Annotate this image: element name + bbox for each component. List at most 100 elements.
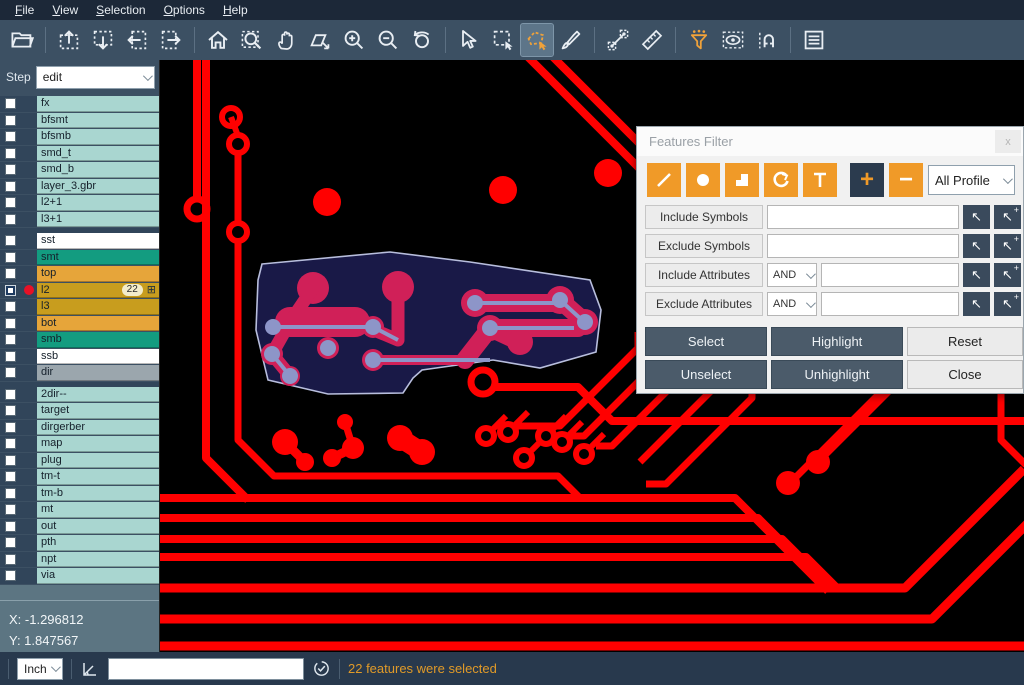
remove-filter-button[interactable]: − [889, 163, 923, 197]
menu-item-view[interactable]: View [43, 1, 87, 19]
active-layer-indicator-cell[interactable] [20, 486, 37, 502]
active-layer-indicator-cell[interactable] [20, 195, 37, 211]
layer-visibility-checkbox[interactable] [0, 212, 20, 228]
layer-visibility-checkbox[interactable] [0, 403, 20, 419]
layer-name[interactable]: dirgerber [37, 420, 159, 436]
line-feature-button[interactable] [647, 163, 681, 197]
open-file-button[interactable] [6, 24, 38, 56]
layer-name[interactable]: smb [37, 332, 159, 348]
active-layer-indicator-cell[interactable] [20, 453, 37, 469]
layer-name[interactable]: layer_3.gbr [37, 179, 159, 195]
pick-add-attribute-button[interactable]: ↖+ [994, 263, 1021, 287]
measure-angle-icon[interactable] [80, 659, 100, 679]
include-attributes-input[interactable] [821, 263, 959, 287]
step-select[interactable]: edit [36, 66, 155, 89]
layer-name[interactable]: dir [37, 365, 159, 381]
exclude-attributes-button[interactable]: Exclude Attributes [645, 292, 763, 316]
layer-name[interactable]: sst [37, 233, 159, 249]
menu-item-options[interactable]: Options [155, 1, 214, 19]
text-feature-button[interactable] [803, 163, 837, 197]
pan-up-button[interactable] [53, 24, 85, 56]
surface-feature-button[interactable] [725, 163, 759, 197]
active-layer-indicator-cell[interactable] [20, 436, 37, 452]
layer-name[interactable]: bfsmb [37, 129, 159, 145]
layer-visibility-checkbox[interactable] [0, 299, 20, 315]
zoom-previous-button[interactable] [406, 24, 438, 56]
dialog-close-button[interactable]: x [995, 130, 1021, 153]
layer-name[interactable]: ssb [37, 349, 159, 365]
layer-visibility-checkbox[interactable] [0, 502, 20, 518]
pick-symbol-button[interactable]: ↖ [963, 234, 990, 258]
active-layer-indicator-cell[interactable] [20, 129, 37, 145]
layer-name[interactable]: plug [37, 453, 159, 469]
snap-mode-button[interactable] [751, 24, 783, 56]
highlight-button[interactable]: Highlight [771, 327, 903, 356]
layer-visibility-checkbox[interactable] [0, 365, 20, 381]
active-layer-indicator-cell[interactable] [20, 568, 37, 584]
home-view-button[interactable] [202, 24, 234, 56]
pan-left-button[interactable] [121, 24, 153, 56]
profile-select[interactable]: All Profile [928, 165, 1015, 195]
active-layer-indicator-cell[interactable] [20, 299, 37, 315]
layer-name[interactable]: mt [37, 502, 159, 518]
active-layer-indicator-cell[interactable] [20, 519, 37, 535]
measure-distance-button[interactable] [602, 24, 634, 56]
unit-select[interactable]: Inch [17, 658, 63, 680]
layer-visibility-checkbox[interactable] [0, 96, 20, 112]
active-layer-indicator-cell[interactable] [20, 365, 37, 381]
zoom-window-button[interactable] [236, 24, 268, 56]
active-layer-indicator-cell[interactable] [20, 212, 37, 228]
menu-item-file[interactable]: File [6, 1, 43, 19]
pan-right-button[interactable] [155, 24, 187, 56]
layer-visibility-checkbox[interactable] [0, 568, 20, 584]
layer-name[interactable]: smd_b [37, 162, 159, 178]
layer-name[interactable]: bfsmt [37, 113, 159, 129]
layer-visibility-checkbox[interactable] [0, 469, 20, 485]
pick-add-symbol-button[interactable]: ↖+ [994, 234, 1021, 258]
active-layer-indicator-cell[interactable] [20, 387, 37, 403]
active-layer-indicator-cell[interactable] [20, 96, 37, 112]
layer-visibility-checkbox[interactable] [0, 535, 20, 551]
select-pointer-button[interactable] [453, 24, 485, 56]
layer-visibility-checkbox[interactable] [0, 453, 20, 469]
layer-name[interactable]: out [37, 519, 159, 535]
layer-name[interactable]: bot [37, 316, 159, 332]
zoom-in-button[interactable] [338, 24, 370, 56]
pick-attribute-button[interactable]: ↖ [963, 263, 990, 287]
rect-select-button[interactable] [487, 24, 519, 56]
pan-down-button[interactable] [87, 24, 119, 56]
exclude-attributes-input[interactable] [821, 292, 959, 316]
measure-input[interactable] [108, 658, 304, 680]
active-layer-indicator-cell[interactable] [20, 316, 37, 332]
pick-attribute-button[interactable]: ↖ [963, 292, 990, 316]
pick-symbol-button[interactable]: ↖ [963, 205, 990, 229]
layer-visibility-checkbox[interactable] [0, 179, 20, 195]
layer-visibility-checkbox[interactable] [0, 332, 20, 348]
polygon-select-button[interactable] [521, 24, 553, 56]
layer-name[interactable]: top [37, 266, 159, 282]
layer-visibility-checkbox[interactable] [0, 316, 20, 332]
clean-brush-button[interactable] [555, 24, 587, 56]
exclude-attributes-operator-select[interactable]: AND [767, 292, 817, 316]
menu-item-help[interactable]: Help [214, 1, 257, 19]
layer-visibility-checkbox[interactable] [0, 113, 20, 129]
pad-feature-button[interactable] [686, 163, 720, 197]
include-attributes-button[interactable]: Include Attributes [645, 263, 763, 287]
layer-name[interactable]: fx [37, 96, 159, 112]
layer-name[interactable]: target [37, 403, 159, 419]
layer-name[interactable]: smd_t [37, 146, 159, 162]
layer-visibility-checkbox[interactable] [0, 250, 20, 266]
layer-visibility-checkbox[interactable] [0, 420, 20, 436]
active-layer-indicator-cell[interactable] [20, 283, 37, 299]
pan-hand-button[interactable] [270, 24, 302, 56]
active-layer-indicator-cell[interactable] [20, 469, 37, 485]
measure-ruler-button[interactable] [636, 24, 668, 56]
unselect-button[interactable]: Unselect [645, 360, 767, 389]
layer-visibility-checkbox[interactable] [0, 519, 20, 535]
layer-visibility-checkbox[interactable] [0, 436, 20, 452]
layer-name[interactable]: tm-t [37, 469, 159, 485]
refresh-check-icon[interactable] [312, 659, 331, 678]
active-layer-indicator-cell[interactable] [20, 349, 37, 365]
add-filter-button[interactable]: + [850, 163, 884, 197]
zoom-out-button[interactable] [372, 24, 404, 56]
